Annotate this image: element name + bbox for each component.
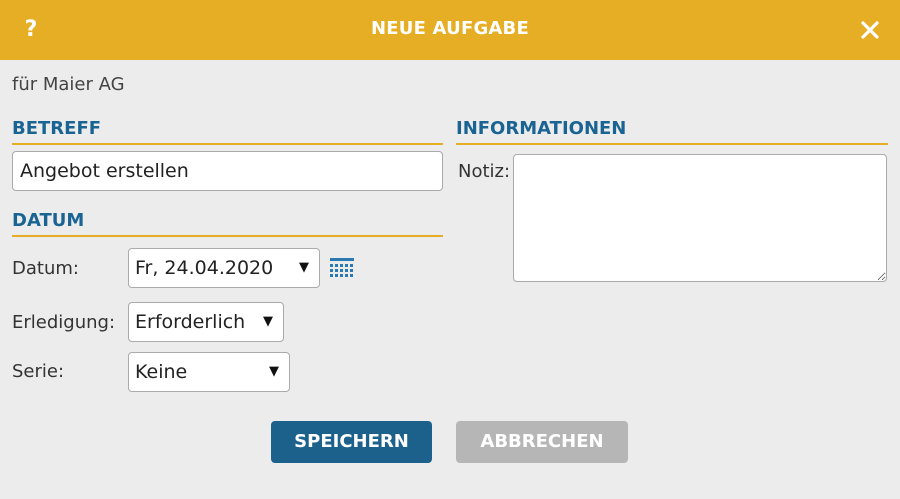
date-select[interactable]: Fr, 24.04.2020 ▼ [128,248,320,288]
calendar-icon [330,258,354,277]
dialog-titlebar: NEUE AUFGABE ? [0,0,900,60]
close-icon [861,21,879,39]
series-select-value: Keine [135,361,188,383]
help-button[interactable]: ? [20,14,42,46]
datum-heading: DATUM [12,210,443,237]
chevron-down-icon: ▼ [299,260,309,275]
series-select[interactable]: Keine ▼ [128,352,290,392]
date-label: Datum: [12,258,79,279]
note-textarea[interactable] [513,154,887,282]
customer-name: für Maier AG [12,74,125,95]
informationen-heading: INFORMATIONEN [456,118,888,145]
chevron-down-icon: ▼ [269,364,279,379]
completion-label: Erledigung: [12,312,116,333]
series-label: Serie: [12,361,65,382]
calendar-button[interactable] [329,257,355,279]
date-select-value: Fr, 24.04.2020 [135,257,274,279]
cancel-button[interactable]: ABBRECHEN [456,421,628,463]
chevron-down-icon: ▼ [263,314,273,329]
completion-select[interactable]: Erforderlich ▼ [128,302,284,342]
dialog-title: NEUE AUFGABE [371,18,529,39]
betreff-heading: BETREFF [12,118,443,145]
save-button[interactable]: SPEICHERN [271,421,432,463]
note-label: Notiz: [458,161,511,182]
subject-input[interactable] [12,151,443,191]
completion-select-value: Erforderlich [135,311,246,333]
close-button[interactable] [856,16,884,44]
